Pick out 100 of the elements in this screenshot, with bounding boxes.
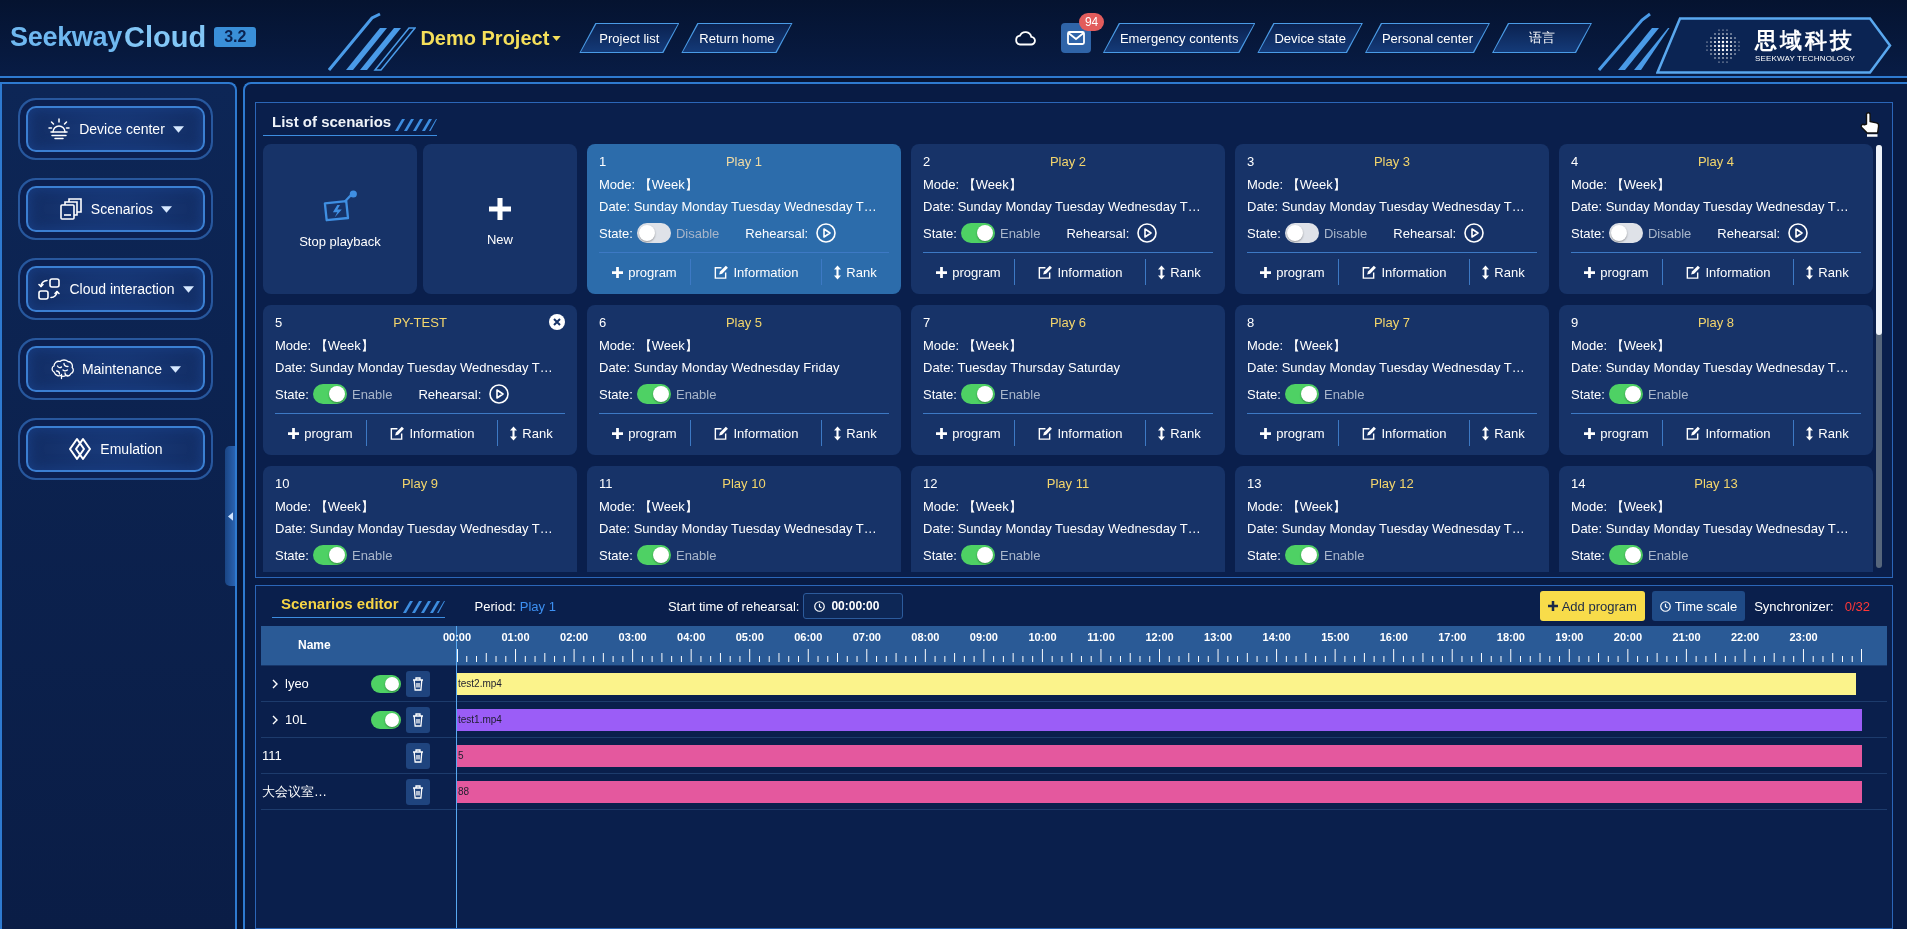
nav-button[interactable]: Device state: [1257, 23, 1363, 53]
clip-bar[interactable]: 5: [457, 744, 1862, 767]
toggle-switch[interactable]: [1608, 223, 1643, 243]
information-button[interactable]: Information: [713, 425, 799, 441]
rank-button[interactable]: Rank: [1806, 425, 1849, 441]
information-button[interactable]: Information: [1361, 425, 1447, 441]
toggle-switch[interactable]: [1608, 545, 1643, 565]
information-button[interactable]: Information: [1685, 425, 1771, 441]
new-scenario-button[interactable]: New: [423, 144, 577, 294]
add-program-button[interactable]: program: [612, 264, 677, 280]
toggle-switch[interactable]: [960, 384, 995, 404]
rank-button[interactable]: Rank: [1158, 264, 1201, 280]
collapse-handle[interactable]: [225, 446, 235, 586]
sidebar-item[interactable]: Cloud interaction: [18, 258, 213, 320]
sidebar-item[interactable]: Emulation: [18, 418, 213, 480]
rank-button[interactable]: Rank: [834, 264, 877, 280]
nav-button[interactable]: 语言: [1492, 23, 1592, 53]
start-time-field[interactable]: 00:00:00: [803, 593, 904, 619]
information-button[interactable]: Information: [1685, 264, 1771, 280]
add-program-button[interactable]: program: [1260, 425, 1325, 441]
pointer-hand-icon[interactable]: [1858, 110, 1882, 137]
scenario-card[interactable]: 3 Play 3 Mode: 【Week】 Date: Sunday Monday Tuesday Wednesday T… State: Disable Rehearsal: program Information Rank: [1235, 144, 1549, 294]
rank-button[interactable]: Rank: [510, 425, 553, 441]
time-scale-button[interactable]: Time scale: [1651, 591, 1746, 621]
cloud-icon[interactable]: [1013, 30, 1036, 46]
scenario-card[interactable]: 10 Play 9 Mode: 【Week】 Date: Sunday Monday Tuesday Wednesday T… State: Enable: [263, 466, 577, 572]
information-button[interactable]: Information: [1361, 264, 1447, 280]
sidebar-item[interactable]: Maintenance: [18, 338, 213, 400]
play-icon[interactable]: [489, 384, 510, 404]
add-program-button[interactable]: program: [1584, 264, 1649, 280]
trash-icon[interactable]: [406, 778, 430, 805]
toggle-switch[interactable]: [371, 710, 401, 729]
stop-playback-button[interactable]: Stop playback: [263, 144, 417, 294]
nav-button[interactable]: Emergency contents: [1102, 23, 1256, 53]
nav-button[interactable]: Project list: [579, 23, 680, 53]
rank-button[interactable]: Rank: [1482, 264, 1525, 280]
information-button[interactable]: Information: [1037, 425, 1123, 441]
date-text: Date: Sunday Monday Tuesday Wednesday T…: [275, 520, 554, 538]
scenario-card[interactable]: 5 PY-TEST Mode: 【Week】 Date: Sunday Monday Tuesday Wednesday T… State: Enable Rehearsal: program Information Rank: [263, 305, 577, 455]
toggle-switch[interactable]: [312, 545, 347, 565]
nav-button[interactable]: Personal center: [1364, 23, 1490, 53]
trash-icon[interactable]: [406, 742, 430, 769]
play-icon[interactable]: [1464, 223, 1485, 243]
play-icon[interactable]: [1137, 223, 1158, 243]
edit-icon: [713, 264, 729, 280]
add-program-button[interactable]: program: [612, 425, 677, 441]
scenario-card[interactable]: 9 Play 8 Mode: 【Week】 Date: Sunday Monday Tuesday Wednesday T… State: Enable program Information Rank: [1559, 305, 1873, 455]
edit-icon: [389, 425, 405, 441]
scrollbar[interactable]: [1876, 145, 1882, 568]
play-icon[interactable]: [816, 223, 837, 243]
state-text: Enable: [999, 225, 1041, 241]
chevron-icon[interactable]: [272, 714, 278, 725]
scenario-card[interactable]: 11 Play 10 Mode: 【Week】 Date: Sunday Monday Tuesday Wednesday T… State: Enable: [587, 466, 901, 572]
toggle-switch[interactable]: [1284, 384, 1319, 404]
toggle-switch[interactable]: [1608, 384, 1643, 404]
scenario-card[interactable]: 2 Play 2 Mode: 【Week】 Date: Sunday Monday Tuesday Wednesday T… State: Enable Rehearsal: program Information Rank: [911, 144, 1225, 294]
scenario-number: 4: [1571, 153, 1579, 169]
rank-button[interactable]: Rank: [1806, 264, 1849, 280]
clip-bar[interactable]: 88: [457, 780, 1862, 803]
add-program-button[interactable]: program: [936, 264, 1001, 280]
scenario-card[interactable]: 7 Play 6 Mode: 【Week】 Date: Tuesday Thursday Saturday State: Enable program Information Rank: [911, 305, 1225, 455]
sidebar-item[interactable]: Device center: [18, 98, 213, 160]
add-program-button[interactable]: program: [936, 425, 1001, 441]
toggle-switch[interactable]: [636, 223, 671, 243]
clip-bar[interactable]: test2.mp4: [457, 672, 1857, 695]
scenario-card[interactable]: 13 Play 12 Mode: 【Week】 Date: Sunday Monday Tuesday Wednesday T… State: Enable: [1235, 466, 1549, 572]
scenario-card[interactable]: 8 Play 7 Mode: 【Week】 Date: Sunday Monday Tuesday Wednesday T… State: Enable program Information Rank: [1235, 305, 1549, 455]
trash-icon[interactable]: [406, 670, 430, 697]
scenario-card[interactable]: 12 Play 11 Mode: 【Week】 Date: Sunday Monday Tuesday Wednesday T… State: Enable: [911, 466, 1225, 572]
scenario-card[interactable]: 1 Play 1 Mode: 【Week】 Date: Sunday Monday Tuesday Wednesday T… State: Disable Rehearsal: program Information Rank: [587, 144, 901, 294]
add-program-button[interactable]: program: [1260, 264, 1325, 280]
toggle-switch[interactable]: [960, 545, 995, 565]
scenario-card[interactable]: 6 Play 5 Mode: 【Week】 Date: Sunday Monday Wednesday Friday State: Enable program Information Rank: [587, 305, 901, 455]
add-program-button[interactable]: program: [1584, 425, 1649, 441]
play-icon[interactable]: [1788, 223, 1809, 243]
information-button[interactable]: Information: [1037, 264, 1123, 280]
rank-button[interactable]: Rank: [834, 425, 877, 441]
add-program-button[interactable]: Add program: [1539, 591, 1645, 621]
trash-icon[interactable]: [406, 706, 430, 733]
information-button[interactable]: Information: [713, 264, 799, 280]
nav-button[interactable]: Return home: [681, 23, 793, 53]
rank-button[interactable]: Rank: [1158, 425, 1201, 441]
toggle-switch[interactable]: [371, 674, 401, 693]
information-button[interactable]: Information: [389, 425, 475, 441]
toggle-switch[interactable]: [1284, 223, 1319, 243]
toggle-switch[interactable]: [636, 545, 671, 565]
scenario-card[interactable]: 14 Play 13 Mode: 【Week】 Date: Sunday Monday Tuesday Wednesday T… State: Enable: [1559, 466, 1873, 572]
clip-bar[interactable]: test1.mp4: [457, 708, 1862, 731]
add-program-button[interactable]: program: [288, 425, 353, 441]
rank-button[interactable]: Rank: [1482, 425, 1525, 441]
toggle-switch[interactable]: [312, 384, 347, 404]
close-icon[interactable]: [549, 314, 565, 330]
toggle-switch[interactable]: [636, 384, 671, 404]
project-dropdown[interactable]: Demo Project: [420, 26, 562, 50]
toggle-switch[interactable]: [1284, 545, 1319, 565]
toggle-switch[interactable]: [960, 223, 995, 243]
scenario-card[interactable]: 4 Play 4 Mode: 【Week】 Date: Sunday Monday Tuesday Wednesday T… State: Disable Rehearsal: program Information Rank: [1559, 144, 1873, 294]
sidebar-item[interactable]: Scenarios: [18, 178, 213, 240]
chevron-icon[interactable]: [272, 678, 278, 689]
edit-icon: [1037, 425, 1053, 441]
